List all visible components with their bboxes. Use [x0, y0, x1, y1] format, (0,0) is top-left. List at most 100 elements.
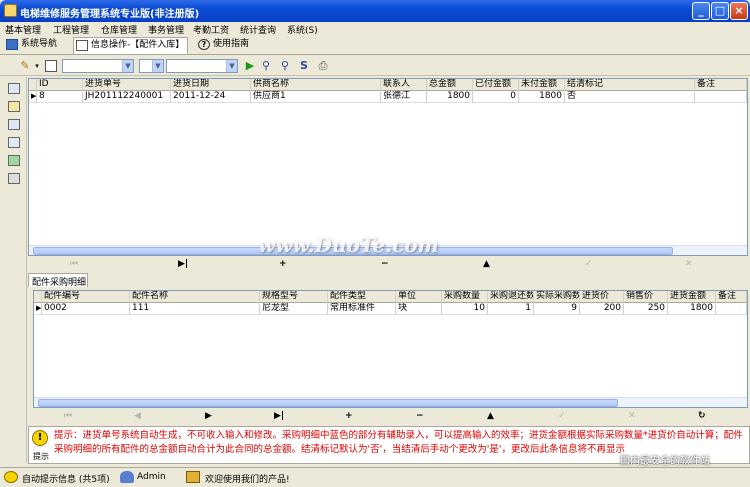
cell-order-no[interactable]: JH201112240001	[83, 91, 171, 103]
cell-supplier[interactable]: 供应商1	[251, 91, 381, 103]
cell-cost-price[interactable]: 200	[580, 303, 624, 315]
col-sale-price[interactable]: 销售价	[624, 291, 668, 303]
delete-record-icon[interactable]: −	[416, 411, 424, 421]
dropdown-arrow-icon[interactable]: ▾	[33, 59, 41, 73]
col-total[interactable]: 总金额	[427, 79, 473, 91]
tab-guide[interactable]: ? 使用指南	[196, 37, 258, 54]
cell-spec[interactable]: 尼龙型	[260, 303, 328, 315]
cell-settled[interactable]: 否	[565, 91, 695, 103]
add-record-icon[interactable]: +	[345, 411, 353, 421]
maximize-button[interactable]: □	[711, 2, 729, 20]
col-part-type[interactable]: 配件类型	[328, 291, 396, 303]
col-return-qty[interactable]: 采购退还数	[488, 291, 534, 303]
menu-attendance[interactable]: 考勤工资	[193, 23, 229, 36]
pencil-icon[interactable]: ✎	[18, 59, 32, 73]
toolbar: ✎ ▾ ▼ ▼ ▼ ▶ ⚲ ⚲ S ⎙	[0, 56, 750, 76]
col-settled[interactable]: 结清标记	[565, 79, 695, 91]
refresh-icon[interactable]: ↻	[698, 411, 706, 421]
menu-warehouse[interactable]: 仓库管理	[101, 23, 137, 36]
last-record-icon[interactable]: ▶|	[274, 411, 284, 421]
col-remark[interactable]: 备注	[716, 291, 747, 303]
cancel-record-icon[interactable]: ✕	[628, 411, 636, 421]
cell-part-no[interactable]: 0002	[42, 303, 130, 315]
tree-icon[interactable]	[8, 101, 20, 112]
list-icon[interactable]	[8, 83, 20, 94]
first-record-icon[interactable]: ⏮	[70, 259, 78, 269]
cell-sale-price[interactable]: 250	[624, 303, 668, 315]
tab-detail[interactable]: 配件采购明细	[28, 273, 88, 288]
cell-unit[interactable]: 块	[396, 303, 442, 315]
trash-icon[interactable]	[8, 173, 20, 184]
next-record-icon[interactable]: ▶	[205, 411, 212, 421]
scrollbar-thumb[interactable]	[38, 399, 618, 407]
play-icon[interactable]: ▶	[243, 59, 257, 73]
status-autotip[interactable]: 自动提示信息 (共5项)	[22, 472, 110, 485]
col-qty[interactable]: 采购数量	[442, 291, 488, 303]
col-date[interactable]: 进货日期	[171, 79, 251, 91]
value-select[interactable]: ▼	[166, 59, 238, 73]
col-cost-price[interactable]: 进货价	[580, 291, 624, 303]
search-icon[interactable]	[45, 60, 57, 72]
cell-date[interactable]: 2011-12-24	[171, 91, 251, 103]
cell-total[interactable]: 1800	[427, 91, 473, 103]
tab-navigation[interactable]: 系统导航	[4, 37, 66, 54]
col-supplier[interactable]: 供商名称	[251, 79, 381, 91]
cell-actual-qty[interactable]: 9	[534, 303, 580, 315]
col-unpaid[interactable]: 未付金额	[519, 79, 565, 91]
table-icon[interactable]	[8, 119, 20, 130]
menu-affairs[interactable]: 事务管理	[148, 23, 184, 36]
close-button[interactable]: ×	[730, 2, 748, 20]
add-record-icon[interactable]: +	[279, 259, 287, 269]
grid-icon[interactable]	[8, 137, 20, 148]
cell-paid[interactable]: 0	[473, 91, 519, 103]
printer-icon[interactable]: ⎙	[316, 59, 330, 73]
first-record-icon[interactable]: ⏮	[64, 411, 72, 421]
delete-record-icon[interactable]: −	[381, 259, 389, 269]
post-record-icon[interactable]: ✓	[558, 411, 566, 421]
cancel-record-icon[interactable]: ✕	[685, 259, 693, 269]
menu-system[interactable]: 系统(S)	[287, 23, 318, 36]
cell-amount[interactable]: 1800	[668, 303, 716, 315]
last-record-icon[interactable]: ▶|	[178, 259, 188, 269]
edit-record-icon[interactable]: ▲	[487, 411, 494, 421]
cell-qty[interactable]: 10	[442, 303, 488, 315]
col-spec[interactable]: 规格型号	[260, 291, 328, 303]
cell-return-qty[interactable]: 1	[488, 303, 534, 315]
col-paid[interactable]: 已付金额	[473, 79, 519, 91]
lightbulb-icon	[4, 471, 18, 483]
col-order-no[interactable]: 进货单号	[83, 79, 171, 91]
operator-select[interactable]: ▼	[139, 59, 164, 73]
cell-part-type[interactable]: 常用标准件	[328, 303, 396, 315]
cell-remark[interactable]	[695, 91, 747, 103]
col-contact[interactable]: 联系人	[381, 79, 427, 91]
cell-unpaid[interactable]: 1800	[519, 91, 565, 103]
cell-remark[interactable]	[716, 303, 747, 315]
edit-record-icon[interactable]: ▲	[483, 259, 490, 269]
menu-basic[interactable]: 基本管理	[5, 23, 41, 36]
find-next-icon[interactable]: ⚲	[278, 59, 292, 73]
tab-info-operation[interactable]: 信息操作-【配件入库】	[73, 37, 188, 54]
minimize-button[interactable]: _	[692, 2, 710, 20]
col-unit[interactable]: 单位	[396, 291, 442, 303]
post-record-icon[interactable]: ✓	[585, 259, 593, 269]
col-part-name[interactable]: 配件名称	[130, 291, 260, 303]
find-icon[interactable]: ⚲	[259, 59, 273, 73]
col-amount[interactable]: 进货金额	[668, 291, 716, 303]
field-select[interactable]: ▼	[62, 59, 134, 73]
filter-icon[interactable]: S	[297, 59, 311, 73]
prior-record-icon[interactable]: ◀	[134, 411, 141, 421]
col-id[interactable]: ID	[37, 79, 83, 91]
cell-contact[interactable]: 张德江	[381, 91, 427, 103]
title-bar: 电梯维修服务管理系统专业版(非注册版) _ □ ×	[0, 0, 750, 22]
cell-part-name[interactable]: 111	[130, 303, 260, 315]
col-actual-qty[interactable]: 实际采购数	[534, 291, 580, 303]
menu-project[interactable]: 工程管理	[53, 23, 89, 36]
cell-id[interactable]: 8	[37, 91, 83, 103]
col-remark[interactable]: 备注	[695, 79, 747, 91]
table-row[interactable]: ▶ 0002 111 尼龙型 常用标准件 块 10 1 9 200 250 18…	[34, 303, 747, 315]
menu-statistics[interactable]: 统计查询	[240, 23, 276, 36]
table-row[interactable]: ▶ 8 JH201112240001 2011-12-24 供应商1 张德江 1…	[29, 91, 747, 103]
col-part-no[interactable]: 配件编号	[42, 291, 130, 303]
chart-icon[interactable]	[8, 155, 20, 166]
horizontal-scrollbar[interactable]	[34, 397, 747, 407]
